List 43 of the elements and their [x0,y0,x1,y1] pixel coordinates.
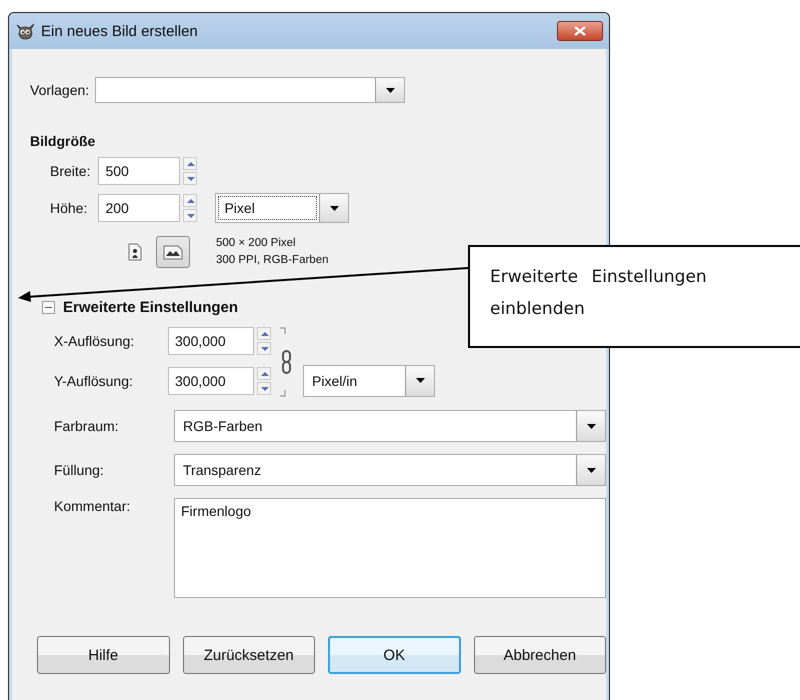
comment-field[interactable]: Firmenlogo [174,498,606,598]
collapse-toggle[interactable] [42,301,55,314]
spin-buttons[interactable] [257,366,271,395]
templates-label: Vorlagen: [30,82,90,98]
dropdown-arrow-icon [386,88,395,92]
spin-buttons[interactable] [183,157,198,185]
color-space-dropdown[interactable]: RGB-Farben [174,410,606,442]
dropdown-arrow-icon [586,468,596,472]
height-label: Höhe: [50,200,88,216]
y-resolution-label: Y-Auflösung: [54,372,134,389]
width-label: Breite: [50,163,90,179]
x-resolution-label: X-Auflösung: [54,333,136,350]
fill-dropdown[interactable]: Transparenz [174,454,606,486]
expander-label[interactable]: Erweiterte Einstellungen [63,299,238,316]
landscape-icon [163,244,183,260]
section-heading: Bildgröße [30,133,96,149]
app-icon [15,22,35,40]
close-icon [574,26,586,36]
landscape-toggle[interactable] [156,236,190,268]
width-input[interactable]: 500 [98,157,180,185]
dialog-button[interactable]: Zurücksetzen [182,636,315,674]
comment-label: Kommentar: [54,498,132,514]
dialog-button[interactable]: OK [328,636,461,674]
color-space-label: Farbraum: [54,418,120,434]
y-resolution-input[interactable]: 300,000 [168,366,254,395]
fill-label: Füllung: [54,462,105,478]
close-button[interactable] [557,21,603,41]
dropdown-arrow-icon [416,378,424,384]
x-resolution-input[interactable]: 300,000 [168,327,254,356]
callout-text: Erweiterte Einstellungen einblenden [490,266,708,321]
spin-buttons[interactable] [257,327,271,356]
spin-buttons[interactable] [183,194,198,222]
image-info-text: 300 PPI, RGB-Farben [216,253,328,268]
image-info-text: 500 × 200 Pixel [216,236,297,251]
portrait-icon [128,243,142,261]
window-title: Ein neues Bild erstellen [41,22,199,40]
height-input[interactable]: 200 [98,194,180,222]
dropdown-arrow-icon [330,206,339,210]
dialog-button[interactable]: Abbrechen [474,636,606,674]
dropdown-arrow-icon [586,424,596,428]
dialog-button[interactable]: Hilfe [37,636,170,674]
resolution-unit-dropdown[interactable]: Pixel/in [303,364,435,397]
unit-dropdown[interactable]: Pixel [215,193,350,223]
